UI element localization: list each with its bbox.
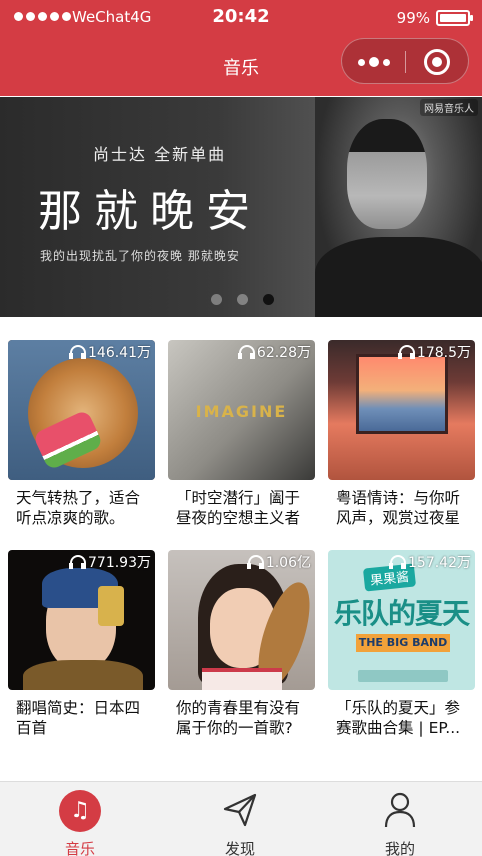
playlist-card[interactable]: 771.93万 翻唱简史：日本四百首 <box>8 550 155 747</box>
more-dots-icon[interactable] <box>358 57 390 67</box>
play-count-value: 178.5万 <box>416 345 471 361</box>
cover-text: 乐队的夏天 <box>334 597 470 630</box>
play-count: 146.41万 <box>69 342 151 362</box>
play-count-value: 1.06亿 <box>265 555 311 571</box>
headphones-icon <box>69 555 86 569</box>
status-bar: WeChat4G 20:42 99% <box>0 0 482 36</box>
banner-title: 那就晚安 <box>38 186 262 237</box>
headphones-icon <box>246 555 264 569</box>
playlist-card[interactable]: 178.5万 粤语情诗：与你听风声，观赏过夜星 <box>328 340 475 537</box>
playlist-cover[interactable]: 1.06亿 <box>168 550 315 690</box>
banner-lyric: 我的出现扰乱了你的夜晚 那就晚安 <box>40 249 240 263</box>
playlist-card[interactable]: 146.41万 天气转热了，适合听点凉爽的歌。 <box>8 340 155 537</box>
cover-text: THE BIG BAND <box>356 634 450 652</box>
playlist-title[interactable]: 天气转热了，适合听点凉爽的歌。 <box>8 488 155 528</box>
play-count: 1.06亿 <box>246 552 311 572</box>
playlist-cover[interactable]: 果果酱 乐队的夏天 THE BIG BAND 157.42万 <box>328 550 475 690</box>
tab-label: 音乐 <box>64 840 95 856</box>
nav-bar: 音乐 <box>0 36 482 96</box>
tab-label: 发现 <box>224 840 255 856</box>
playlist-title[interactable]: 翻唱简史：日本四百首 <box>8 698 155 738</box>
play-count-value: 62.28万 <box>256 345 311 361</box>
cover-text: IMAGINE <box>195 402 288 421</box>
playlist-title[interactable]: 「乐队的夏天」参赛歌曲合集 | EP... <box>328 698 475 738</box>
banner-source-tag: 网易音乐人 <box>420 99 478 116</box>
play-count-value: 771.93万 <box>88 555 151 571</box>
playlist-cover[interactable]: 146.41万 <box>8 340 155 480</box>
playlist-cover[interactable]: 178.5万 <box>328 340 475 480</box>
play-count: 178.5万 <box>397 342 471 362</box>
playlist-cover[interactable]: IMAGINE 62.28万 <box>168 340 315 480</box>
play-count: 157.42万 <box>389 552 471 572</box>
banner-subtitle: 尚士达 全新单曲 <box>93 145 227 164</box>
banner-artist-photo <box>315 97 482 317</box>
battery-percent: 99% <box>396 9 430 27</box>
carousel-dot-active[interactable] <box>263 294 274 305</box>
playlist-card[interactable]: IMAGINE 62.28万 「时空潜行」阖于昼夜的空想主义者 <box>168 340 315 537</box>
headphones-icon <box>69 345 86 359</box>
battery-icon <box>436 10 473 26</box>
carousel-dot[interactable] <box>211 294 222 305</box>
playlist-cover[interactable]: 771.93万 <box>8 550 155 690</box>
tab-label: 我的 <box>384 840 415 856</box>
carousel-dot[interactable] <box>237 294 248 305</box>
play-count: 771.93万 <box>69 552 151 572</box>
playlist-card[interactable]: 果果酱 乐队的夏天 THE BIG BAND 157.42万 「乐队的夏天」参赛… <box>328 550 475 747</box>
play-count-value: 157.42万 <box>408 555 471 571</box>
close-target-icon[interactable] <box>424 49 450 75</box>
banner-carousel[interactable]: 网易音乐人 尚士达 全新单曲 那就晚安 我的出现扰乱了你的夜晚 那就晚安 <box>0 97 482 317</box>
tab-discover[interactable]: 发现 <box>190 790 290 856</box>
capsule-divider <box>405 51 406 73</box>
tab-me[interactable]: 我的 <box>350 790 450 856</box>
person-icon <box>384 792 416 828</box>
mini-program-capsule <box>341 38 469 84</box>
music-note-icon: ♫ <box>59 790 101 832</box>
tab-music[interactable]: ♫ 音乐 <box>30 790 130 856</box>
playlist-card[interactable]: 1.06亿 你的青春里有没有属于你的一首歌? <box>168 550 315 747</box>
play-count: 62.28万 <box>237 342 311 362</box>
playlist-grid: 146.41万 天气转热了，适合听点凉爽的歌。 IMAGINE 62.28万 「… <box>8 340 475 747</box>
headphones-icon <box>237 345 255 359</box>
playlist-title[interactable]: 「时空潜行」阖于昼夜的空想主义者 <box>168 488 315 528</box>
playlist-title[interactable]: 你的青春里有没有属于你的一首歌? <box>168 698 315 738</box>
playlist-title[interactable]: 粤语情诗：与你听风声，观赏过夜星 <box>328 488 475 528</box>
play-count-value: 146.41万 <box>88 345 151 361</box>
paper-plane-icon <box>223 793 257 827</box>
tab-bar: ♫ 音乐 发现 我的 <box>0 781 482 856</box>
headphones-icon <box>389 555 406 569</box>
headphones-icon <box>397 345 415 359</box>
carousel-indicator <box>211 294 274 305</box>
